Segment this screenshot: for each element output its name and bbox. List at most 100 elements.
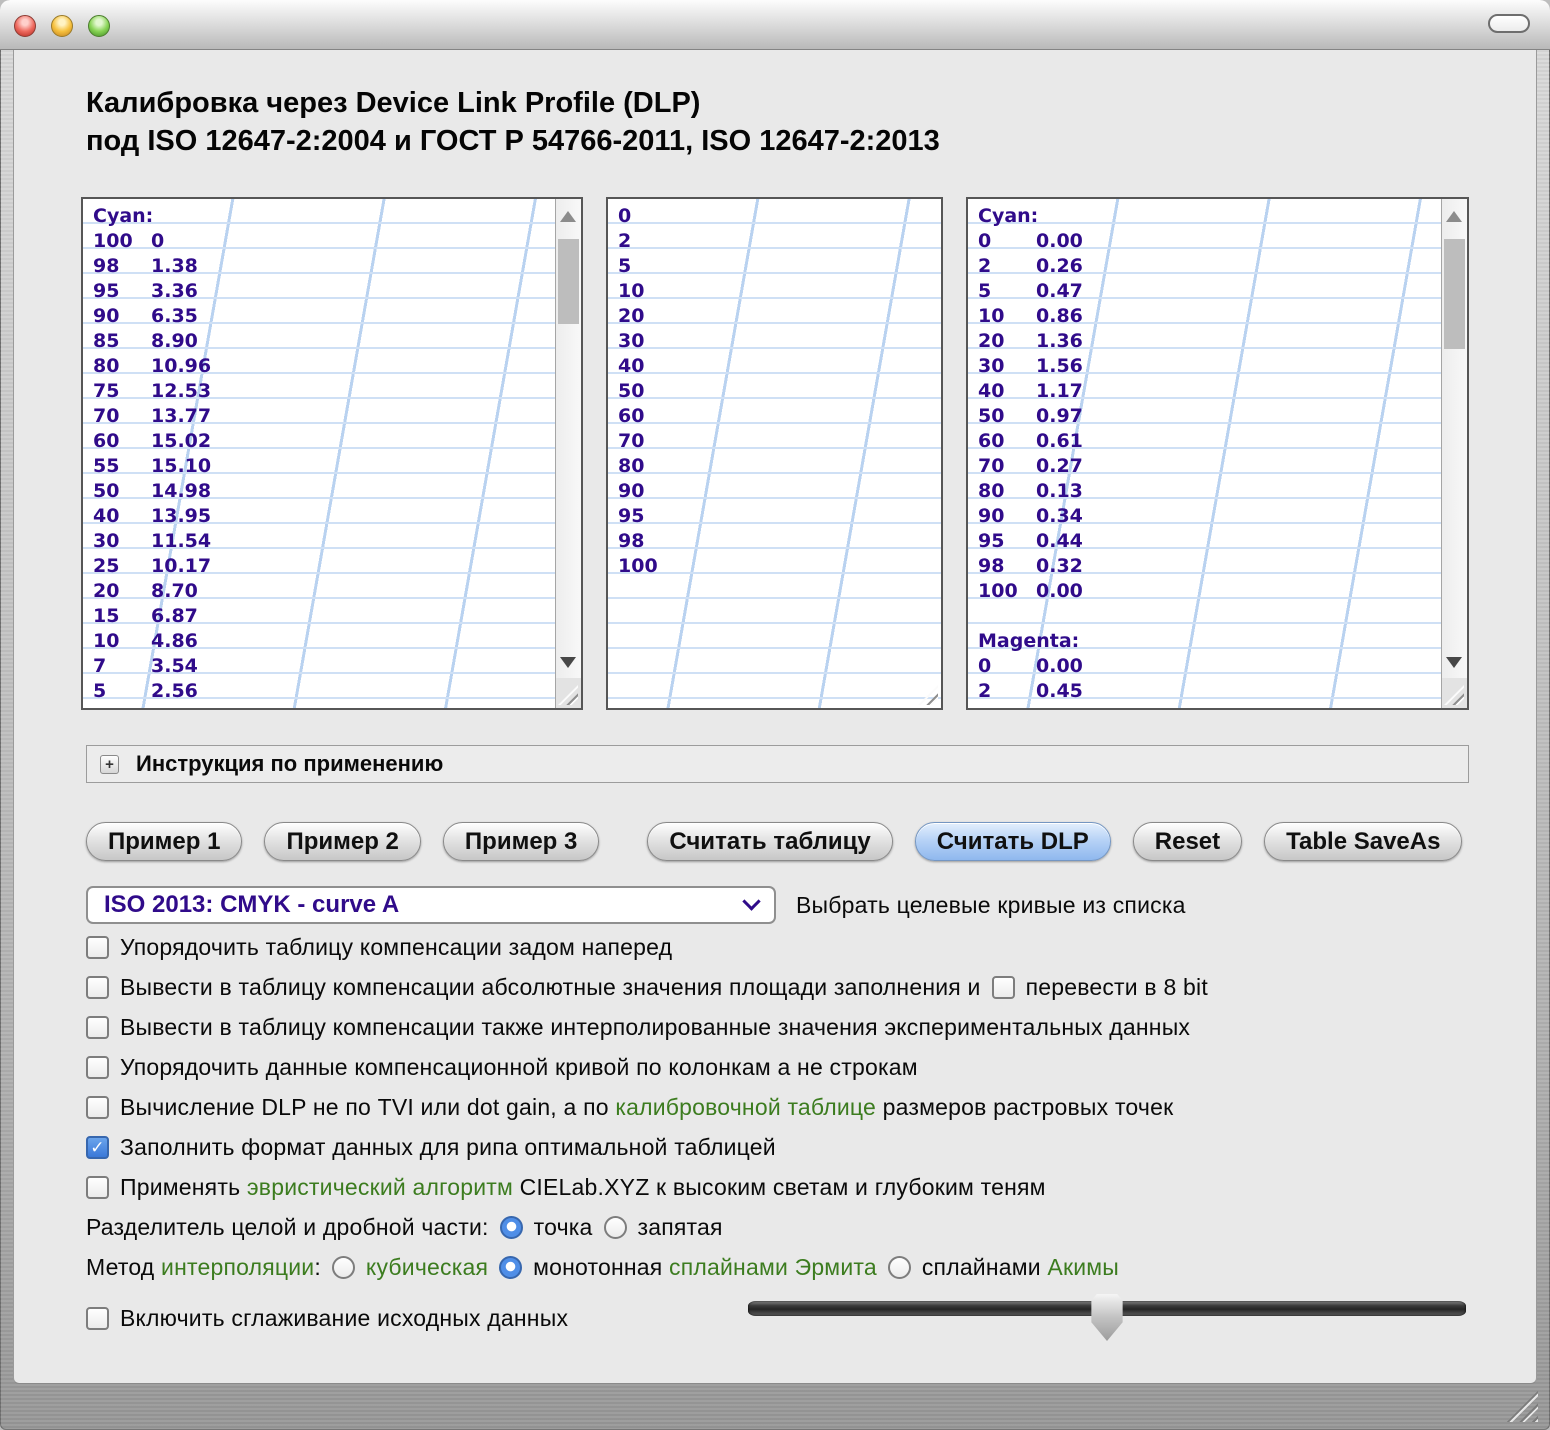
option-label: Упорядочить таблицу компенсации задом на… [120,934,672,961]
data-line: 0 [618,204,931,229]
titlebar[interactable] [0,0,1550,50]
data-line: 73.54 [93,654,544,679]
heuristic-algorithm-link[interactable]: эвристический алгоритм [247,1174,513,1200]
label-text: перевести в 8 bit [1026,974,1208,1000]
expand-plus-icon[interactable]: + [100,755,119,774]
data-line: 50 [618,379,931,404]
label-text: Заполнить формат данных для рипа оптимал… [120,1134,776,1160]
option-label: Включить сглаживание исходных данных [120,1305,568,1332]
compensation-result-textarea[interactable]: Cyan:00.0020.2650.47100.86201.36301.5640… [966,197,1469,710]
option-label: монотонная сплайнами Эрмита [533,1254,877,1281]
window-resize-grip-icon[interactable] [1506,1390,1538,1422]
decimal-comma-radio[interactable] [604,1216,627,1239]
interpolated-values-checkbox[interactable] [86,1016,109,1039]
example-1-button[interactable]: Пример 1 [86,822,242,861]
data-line: Cyan: [93,204,544,229]
scroll-up-icon[interactable] [560,211,576,222]
absolute-values-checkbox[interactable] [86,976,109,999]
akima-radio[interactable] [888,1256,911,1279]
scroll-down-icon[interactable] [560,657,576,668]
slider-thumb[interactable] [1090,1294,1124,1341]
data-line: 7013.77 [93,404,544,429]
option-row: Применять эвристический алгоритм CIELab.… [86,1174,1466,1201]
heuristic-algorithm-checkbox[interactable] [86,1176,109,1199]
data-line: 90 [618,479,931,504]
label-text: Включить сглаживание исходных данных [120,1305,568,1331]
app-window: Калибровка через Device Link Profile (DL… [0,0,1550,1430]
toolbar-toggle-button[interactable] [1488,14,1530,33]
cubic-radio[interactable] [332,1256,355,1279]
reset-button[interactable]: Reset [1133,822,1242,861]
minimize-button[interactable] [51,15,73,37]
measured-tvi-textarea[interactable]: Cyan:1000981.38953.36906.35858.908010.96… [81,197,583,710]
scale-steps-text: 0251020304050607080909598100 [608,199,941,708]
measured-tvi-text: Cyan:1000981.38953.36906.35858.908010.96… [83,199,554,708]
scrollbar[interactable] [555,199,581,708]
calibration-table-checkbox[interactable] [86,1096,109,1119]
label-text: точка [534,1214,593,1240]
data-line: 20 [618,304,931,329]
data-line: 00.00 [978,654,1430,679]
reverse-table-checkbox[interactable] [86,936,109,959]
data-line: 500.97 [978,404,1430,429]
data-line: 301.56 [978,354,1430,379]
data-line: 201.36 [978,329,1430,354]
example-3-button[interactable]: Пример 3 [443,822,599,861]
chevron-down-icon [742,892,760,910]
data-line: 104.86 [93,629,544,654]
label-text: монотонная [533,1254,669,1280]
option-row: Вывести в таблицу компенсации абсолютные… [86,974,1466,1001]
scroll-up-icon[interactable] [1446,211,1462,222]
columns-order-checkbox[interactable] [86,1056,109,1079]
data-line: 900.34 [978,504,1430,529]
option-label: Вывести в таблицу компенсации также инте… [120,1014,1190,1041]
instruction-expander[interactable]: + Инструкция по применению [86,745,1469,783]
data-line: 858.90 [93,329,544,354]
data-line: 20.45 [978,679,1430,704]
label-text: Вывести в таблицу компенсации абсолютные… [120,974,981,1000]
interpolation-link[interactable]: интерполяции [161,1254,314,1280]
read-table-button[interactable]: Считать таблицу [647,822,892,861]
rip-format-checkbox[interactable]: ✓ [86,1136,109,1159]
data-line: 800.13 [978,479,1430,504]
label-text: сплайнами [922,1254,1048,1280]
data-line [978,604,1430,629]
compensation-result-text: Cyan:00.0020.2650.47100.86201.36301.5640… [968,199,1440,708]
label-text: : [314,1254,321,1280]
data-line: 950.44 [978,529,1430,554]
scale-steps-textarea[interactable]: 0251020304050607080909598100 [606,197,943,710]
decimal-point-radio[interactable] [500,1216,523,1239]
akima-link[interactable]: Акимы [1047,1254,1119,1280]
table-saveas-button[interactable]: Table SaveAs [1264,822,1462,861]
read-dlp-button[interactable]: Считать DLP [915,822,1111,861]
option-label: Разделитель целой и дробной части: [86,1214,489,1241]
close-button[interactable] [14,15,36,37]
zoom-button[interactable] [88,15,110,37]
label-text: Применять [120,1174,247,1200]
data-line: 906.35 [93,304,544,329]
data-line: 7512.53 [93,379,544,404]
option-label: Метод интерполяции: [86,1254,321,1281]
scrollbar[interactable] [1441,199,1467,708]
data-line: 8010.96 [93,354,544,379]
convert-8bit-checkbox[interactable] [992,976,1015,999]
option-label: Вывести в таблицу компенсации абсолютные… [120,974,981,1001]
data-line: 40 [618,354,931,379]
option-row: Вычисление DLP не по TVI или dot gain, а… [86,1094,1466,1121]
data-line: 5 [618,254,931,279]
scrollbar-thumb[interactable] [1444,239,1465,349]
data-line: 50.47 [978,279,1430,304]
data-line: 700.27 [978,454,1430,479]
smoothing-checkbox[interactable] [86,1307,109,1330]
curve-select[interactable]: ISO 2013: CMYK - curve A [86,886,776,924]
option-label: запятая [638,1214,723,1241]
hermite-link[interactable]: сплайнами Эрмита [669,1254,877,1280]
option-label: сплайнами Акимы [922,1254,1119,1281]
cubic-link[interactable]: кубическая [366,1254,488,1280]
calibration-table-link[interactable]: калибровочной таблице [615,1094,876,1120]
example-2-button[interactable]: Пример 2 [264,822,420,861]
hermite-radio[interactable] [499,1256,522,1279]
scrollbar-thumb[interactable] [558,239,579,324]
scroll-down-icon[interactable] [1446,657,1462,668]
button-row: Пример 1 Пример 2 Пример 3 Считать таблицу С… [86,822,1462,861]
